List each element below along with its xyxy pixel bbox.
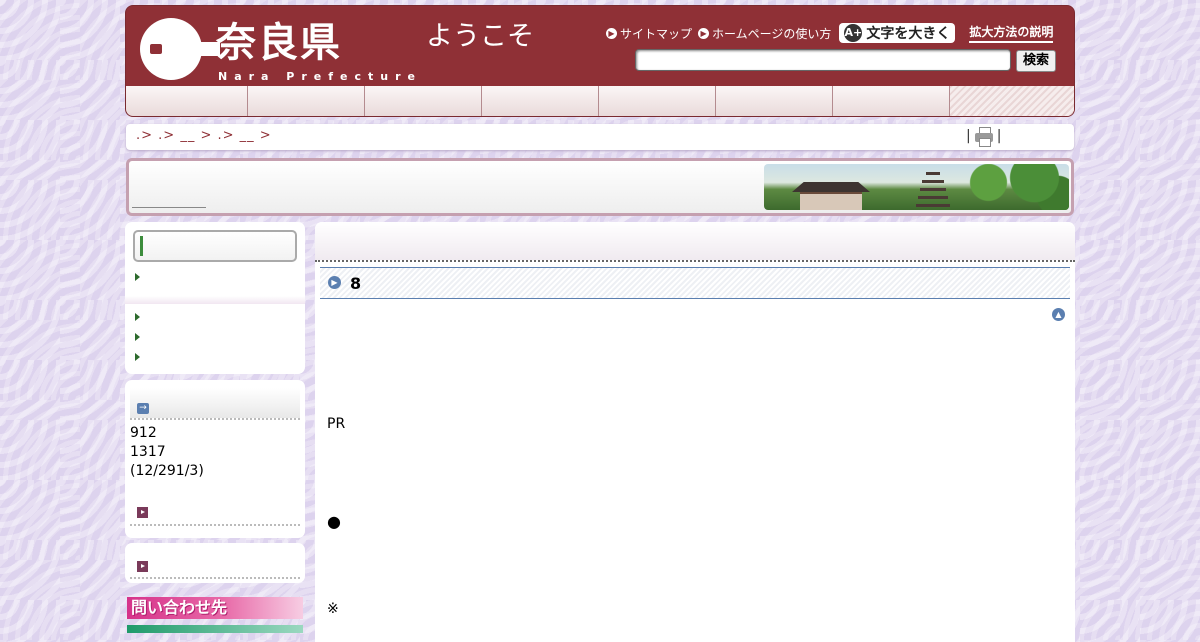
enlarge-text-label: 文字を大きく: [866, 26, 951, 42]
visit-counts: 912 1317 (12/291/3): [130, 424, 204, 481]
temple-photo: [764, 164, 1069, 210]
section-number: 8: [350, 274, 362, 293]
site-header: 奈良県 Nara Prefecture ようこそ ▶ サイトマップ ▶ ホームペ…: [125, 5, 1075, 117]
site-logo-subtitle: Nara Prefecture: [218, 70, 422, 83]
play-square-icon[interactable]: [137, 507, 148, 518]
play-square-icon[interactable]: [137, 561, 148, 572]
sidebar-link-box: [125, 543, 305, 583]
arrow-right-icon: →: [137, 403, 149, 414]
zoom-help-link[interactable]: 拡大方法の説明: [969, 23, 1054, 43]
howto-link[interactable]: ▶ ホームページの使い方: [698, 25, 831, 42]
triangle-bullet-icon[interactable]: [135, 273, 140, 281]
trees-shape: [954, 164, 1069, 210]
header-links: ▶ サイトマップ ▶ ホームページの使い方 A+ 文字を大きく 拡大方法の説明: [606, 22, 1054, 44]
nav-tab[interactable]: [716, 86, 833, 116]
green-banner-strip[interactable]: [127, 625, 303, 633]
sitemap-link[interactable]: ▶ サイトマップ: [606, 25, 692, 42]
visit-count-1: 912: [130, 425, 157, 441]
separator: |: [966, 128, 971, 144]
nav-tab[interactable]: [365, 86, 482, 116]
main-content: ▶ 8 ▲ PR ● ※: [315, 222, 1075, 642]
circle-arrow-icon: ▶: [698, 27, 710, 39]
nara-logo-icon[interactable]: [140, 18, 220, 80]
text-size-icon: A+: [844, 24, 863, 42]
banner-underline: [132, 207, 206, 208]
visits-box-header: →: [130, 388, 300, 420]
search-input[interactable]: [635, 49, 1011, 71]
print-area: | |: [966, 127, 1002, 147]
temple-hall-shape: [792, 182, 870, 210]
triangle-bullet-icon[interactable]: [135, 333, 140, 341]
bullet-mark: ●: [327, 512, 341, 531]
site-logo-text[interactable]: 奈良県: [216, 10, 342, 68]
visit-count-3: (12/291/3): [130, 463, 204, 479]
visit-count-2: 1317: [130, 444, 166, 460]
nav-tab[interactable]: [126, 86, 248, 116]
nav-tab[interactable]: [482, 86, 599, 116]
nav-tab[interactable]: [833, 86, 950, 116]
contact-banner[interactable]: 問い合わせ先: [127, 597, 303, 619]
back-to-top-icon[interactable]: ▲: [1052, 308, 1065, 321]
circle-arrow-icon: ▶: [328, 276, 341, 289]
page-banner: [126, 158, 1074, 216]
triangle-bullet-icon[interactable]: [135, 353, 140, 361]
section-heading: ▶ 8: [320, 267, 1070, 299]
text-caret: [140, 236, 143, 256]
pagoda-shape: [916, 170, 950, 210]
nav-tab-active[interactable]: [950, 86, 1074, 116]
nav-tab[interactable]: [248, 86, 365, 116]
triangle-bullet-icon[interactable]: [135, 313, 140, 321]
welcome-text: ようこそ: [426, 21, 534, 52]
printer-icon[interactable]: [974, 127, 993, 147]
howto-label: ホームページの使い方: [712, 26, 832, 41]
search-button[interactable]: 検索: [1016, 50, 1056, 72]
sitemap-label: サイトマップ: [620, 26, 693, 41]
circle-arrow-icon: ▶: [606, 27, 617, 39]
box-footer-dots: [130, 518, 300, 526]
box-footer-dots: [130, 577, 300, 579]
sidebar-divider: [125, 296, 305, 304]
note-mark: ※: [327, 601, 339, 617]
pr-text: PR: [327, 416, 346, 432]
sidebar-menu-box: [125, 222, 305, 374]
main-title-bar: [315, 222, 1075, 262]
breadcrumb-trail[interactable]: .> .> __ > .> __ >: [136, 128, 272, 143]
visits-box: → 912 1317 (12/291/3): [125, 380, 305, 538]
global-nav: [126, 86, 1074, 116]
nav-tab[interactable]: [599, 86, 716, 116]
separator: |: [996, 128, 1002, 144]
sidebar-search-box[interactable]: [133, 230, 297, 262]
breadcrumb: .> .> __ > .> __ > | |: [126, 124, 1074, 150]
enlarge-text-button[interactable]: A+ 文字を大きく: [839, 23, 956, 43]
